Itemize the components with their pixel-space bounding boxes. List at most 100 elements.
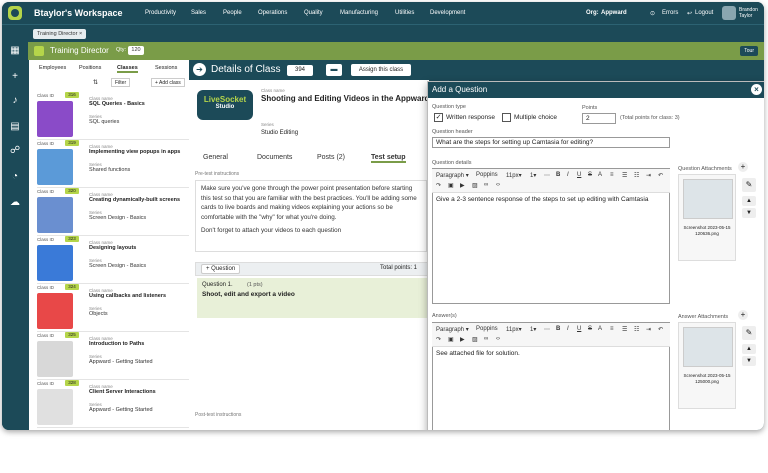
image-icon[interactable]: ▨ — [472, 336, 478, 343]
edit-icon[interactable]: ✎ — [742, 178, 756, 192]
more-icon[interactable]: ⋯ — [544, 172, 550, 179]
add-class-button[interactable]: + Add class — [151, 78, 185, 87]
nav-productivity[interactable]: Productivity — [145, 10, 176, 16]
clock-icon[interactable]: ◔ — [10, 172, 20, 182]
bell-icon[interactable]: ♪ — [10, 96, 20, 106]
link-icon[interactable]: ∞ — [484, 182, 488, 188]
filter-button[interactable]: Filter — [111, 78, 131, 87]
add-attachment-icon[interactable]: + — [738, 310, 748, 320]
assign-class-button[interactable]: Assign this class — [351, 64, 411, 76]
save-icon[interactable]: ▣ — [448, 182, 454, 189]
nav-quality[interactable]: Quality — [304, 10, 323, 16]
list-item[interactable]: Class ID 324 Class name Using callbacks and… — [37, 284, 197, 332]
logout-icon[interactable]: ↩ — [687, 10, 692, 17]
move-up-icon[interactable]: ▲ — [742, 344, 756, 354]
tab-positions[interactable]: Positions — [79, 65, 101, 71]
list-item[interactable]: Class ID 320 Class name Creating dynamicall… — [37, 188, 197, 236]
plus-icon[interactable]: + — [10, 72, 20, 82]
line-height-select[interactable]: 1▾ — [530, 172, 536, 179]
multiple-choice-checkbox[interactable] — [502, 113, 511, 122]
video-icon[interactable]: ▶ — [460, 182, 465, 189]
list-item[interactable]: Class ID 328 Class name Client Server Inter… — [37, 380, 197, 428]
font-color-icon[interactable]: A — [598, 326, 602, 332]
save-icon[interactable]: ▣ — [448, 336, 454, 343]
code-icon[interactable]: ‹› — [496, 182, 500, 188]
attachment-filename[interactable]: Screenshot 2023-05-15 125000.png — [681, 373, 733, 385]
bold-icon[interactable]: B — [556, 172, 560, 178]
indent-icon[interactable]: ⇥ — [646, 172, 651, 179]
tour-button[interactable]: Tour — [740, 46, 758, 56]
size-select[interactable]: 11px▾ — [506, 326, 522, 333]
indent-icon[interactable]: ⇥ — [646, 326, 651, 333]
nav-development[interactable]: Development — [430, 10, 465, 16]
italic-icon[interactable]: I — [567, 326, 569, 332]
list-item[interactable]: Class ID 325 Class name Introduction to Pat… — [37, 332, 197, 380]
list-item[interactable]: Class ID 323 Class name Designing layouts Se… — [37, 236, 197, 284]
org-value[interactable]: Appward — [601, 10, 627, 16]
pre-test-instructions[interactable]: Make sure you've gone through the power … — [195, 180, 427, 252]
tab-classes[interactable]: Classes — [117, 65, 138, 73]
errors-icon[interactable]: ⊙ — [650, 10, 655, 17]
underline-icon[interactable]: U — [577, 172, 581, 178]
font-select[interactable]: Poppins — [476, 326, 498, 332]
attachment-card[interactable]: Screenshot 2023-05-15 125000.png — [678, 322, 736, 409]
strike-icon[interactable]: S — [588, 326, 592, 332]
size-select[interactable]: 11px▾ — [506, 172, 522, 179]
italic-icon[interactable]: I — [567, 172, 569, 178]
line-height-select[interactable]: 1▾ — [530, 326, 536, 333]
font-color-icon[interactable]: A — [598, 172, 602, 178]
numbered-list-icon[interactable]: ☷ — [634, 172, 639, 179]
cloud-upload-icon[interactable]: ☁ — [10, 198, 20, 208]
add-attachment-icon[interactable]: + — [738, 162, 748, 172]
strike-icon[interactable]: S — [588, 172, 592, 178]
numbered-list-icon[interactable]: ☷ — [634, 326, 639, 333]
close-icon[interactable]: × — [79, 31, 82, 37]
nav-people[interactable]: People — [223, 10, 242, 16]
font-select[interactable]: Poppins — [476, 172, 498, 178]
undo-icon[interactable]: ↶ — [658, 326, 663, 333]
link-icon[interactable]: ∞ — [484, 336, 488, 342]
add-question-button[interactable]: + Question — [201, 264, 241, 274]
list-item[interactable]: Class ID 319 Class name Implementing view p… — [37, 140, 197, 188]
paragraph-select[interactable]: Paragraph ▾ — [436, 172, 469, 179]
code-icon[interactable]: ‹› — [496, 336, 500, 342]
list-icon[interactable]: ☰ — [622, 326, 627, 333]
more-icon[interactable]: ⋯ — [544, 326, 550, 333]
sort-icon[interactable]: ⇅ — [93, 79, 98, 86]
tab-sessions[interactable]: Sessions — [155, 65, 177, 71]
back-arrow-icon[interactable]: ➔ — [193, 63, 206, 76]
underline-icon[interactable]: U — [577, 326, 581, 332]
tab-documents[interactable]: Documents — [257, 154, 292, 161]
folder-icon[interactable]: ▬ — [326, 64, 342, 76]
errors-link[interactable]: Errors — [662, 10, 678, 16]
tab-test-setup[interactable]: Test setup — [371, 154, 406, 163]
bold-icon[interactable]: B — [556, 326, 560, 332]
edit-icon[interactable]: ✎ — [742, 326, 756, 340]
avatar[interactable] — [722, 6, 736, 20]
nav-sales[interactable]: Sales — [191, 10, 206, 16]
undo-icon[interactable]: ↶ — [658, 172, 663, 179]
chat-icon[interactable]: ▤ — [10, 122, 20, 132]
move-down-icon[interactable]: ▼ — [742, 208, 756, 218]
question-header-input[interactable]: What are the steps for setting up Camtas… — [432, 137, 670, 148]
list-icon[interactable]: ☰ — [622, 172, 627, 179]
move-down-icon[interactable]: ▼ — [742, 356, 756, 366]
run-icon[interactable]: ☍ — [10, 146, 20, 156]
close-icon[interactable]: × — [751, 84, 762, 95]
video-icon[interactable]: ▶ — [460, 336, 465, 343]
written-response-checkbox[interactable]: ✓ — [434, 113, 443, 122]
image-icon[interactable]: ▨ — [472, 182, 478, 189]
tab-posts[interactable]: Posts (2) — [317, 154, 345, 161]
tab-training-director[interactable]: Training Director × — [33, 29, 87, 39]
points-input[interactable]: 2 — [582, 113, 616, 124]
nav-manufacturing[interactable]: Manufacturing — [340, 10, 378, 16]
attachment-card[interactable]: Screenshot 2023-05-15 120636.png — [678, 174, 736, 261]
align-icon[interactable]: ≡ — [610, 326, 614, 332]
tab-employees[interactable]: Employees — [39, 65, 66, 71]
paragraph-select[interactable]: Paragraph ▾ — [436, 326, 469, 333]
user-name[interactable]: Brandon Taylor — [739, 7, 763, 19]
app-logo-icon[interactable] — [8, 6, 22, 20]
nav-operations[interactable]: Operations — [258, 10, 287, 16]
redo-icon[interactable]: ↷ — [436, 336, 441, 343]
redo-icon[interactable]: ↷ — [436, 182, 441, 189]
